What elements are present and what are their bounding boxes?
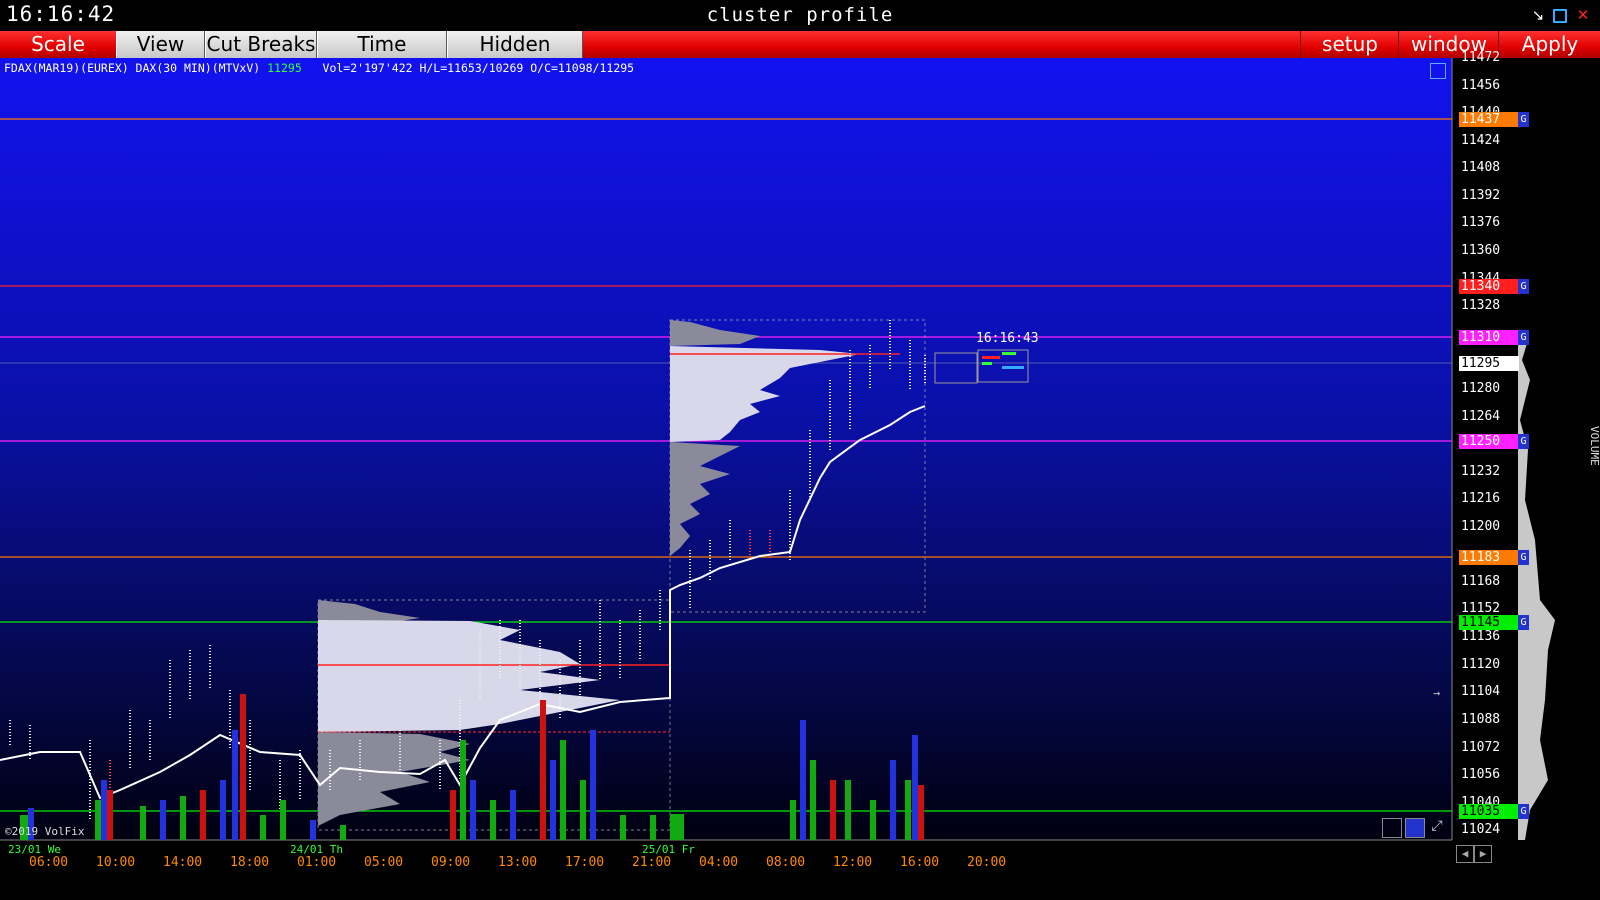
time-label: 21:00 <box>632 855 672 870</box>
time-label: 01:00 <box>297 855 337 870</box>
expand-icon[interactable]: ⤢ <box>1428 818 1446 836</box>
level-label-11145[interactable]: 11145 <box>1459 615 1519 630</box>
time-label: 09:00 <box>431 855 471 870</box>
time-label: 05:00 <box>364 855 404 870</box>
price-tick: 11200 <box>1461 519 1501 534</box>
window-title: cluster profile <box>706 4 894 26</box>
volume-axis-label: VOLUME <box>1588 426 1600 466</box>
price-tick: 11456 <box>1461 78 1501 93</box>
price-tick: 11472 <box>1461 50 1501 65</box>
time-label: 16:00 <box>900 855 940 870</box>
time-label: 18:00 <box>230 855 270 870</box>
edit-icon[interactable] <box>1430 63 1446 79</box>
price-tick: 11392 <box>1461 188 1501 203</box>
price-tick: 11424 <box>1461 133 1501 148</box>
nav-left-icon[interactable]: ◀ <box>1456 845 1474 863</box>
level-badge[interactable]: G <box>1518 434 1529 449</box>
price-tick: 11088 <box>1461 712 1501 727</box>
time-label: 08:00 <box>766 855 806 870</box>
price-tick: 11280 <box>1461 381 1501 396</box>
last-price: 11295 <box>267 61 302 75</box>
price-tick: 11136 <box>1461 629 1501 644</box>
time-label: 13:00 <box>498 855 538 870</box>
price-tick: 11360 <box>1461 243 1501 258</box>
time-label: 17:00 <box>565 855 605 870</box>
copyright: ©2019 VolFix <box>5 825 85 838</box>
close-icon[interactable]: ✕ <box>1575 7 1591 23</box>
price-tick: 11056 <box>1461 767 1501 782</box>
price-tick: 11232 <box>1461 464 1501 479</box>
live-timestamp: 16:16:43 <box>976 331 1039 346</box>
time-label: 04:00 <box>699 855 739 870</box>
chart-canvas[interactable] <box>0 58 1600 900</box>
grid-icon[interactable] <box>1382 818 1402 838</box>
price-tick: 11264 <box>1461 409 1501 424</box>
price-tick: 11072 <box>1461 740 1501 755</box>
price-tick: 11216 <box>1461 491 1501 506</box>
menu-bar: Scale Setup View DOM Cut Breaks Time Int… <box>0 31 1600 83</box>
maximize-icon[interactable] <box>1553 9 1567 23</box>
apply-button[interactable]: Apply <box>1498 31 1600 58</box>
price-tick: 11024 <box>1461 822 1501 837</box>
time-label: 20:00 <box>967 855 1007 870</box>
time-label: 14:00 <box>163 855 203 870</box>
level-label-11183[interactable]: 11183 <box>1459 550 1519 565</box>
level-label-11250[interactable]: 11250 <box>1459 434 1519 449</box>
price-tick: 11104 <box>1461 684 1501 699</box>
level-label-11310[interactable]: 11310 <box>1459 330 1519 345</box>
price-tick: 11120 <box>1461 657 1501 672</box>
tab-hidden-trades[interactable]: Hidden Trades <box>447 31 583 83</box>
setup-button[interactable]: setup <box>1300 31 1399 58</box>
time-axis-panel <box>0 840 1452 900</box>
price-tick: 11408 <box>1461 160 1501 175</box>
arrow-icon[interactable]: → <box>1433 686 1440 700</box>
price-tick: 11168 <box>1461 574 1501 589</box>
level-label-11035[interactable]: 11035 <box>1459 804 1519 819</box>
level-badge[interactable]: G <box>1518 615 1529 630</box>
instrument-info: FDAX(MAR19)(EUREX) DAX(30 MIN)(MTVxV) 11… <box>4 61 634 75</box>
level-badge[interactable]: G <box>1518 279 1529 294</box>
tab-view-dom[interactable]: View DOM <box>116 31 205 83</box>
level-badge[interactable]: G <box>1518 550 1529 565</box>
price-tick: 11376 <box>1461 215 1501 230</box>
level-label-11340[interactable]: 11340 <box>1459 279 1519 294</box>
level-badge[interactable]: G <box>1518 330 1529 345</box>
tab-time-interval[interactable]: Time Interval <box>317 31 447 83</box>
price-tick: 11152 <box>1461 601 1501 616</box>
time-label: 06:00 <box>29 855 69 870</box>
nav-right-icon[interactable]: ▶ <box>1474 845 1492 863</box>
time-label: 12:00 <box>833 855 873 870</box>
level-badge[interactable]: G <box>1518 112 1529 127</box>
level-label-11437[interactable]: 11437 <box>1459 112 1519 127</box>
title-bar: 16:16:42 cluster profile ↘ ✕ <box>0 0 1600 30</box>
tab-scale-setup[interactable]: Scale Setup <box>0 31 116 83</box>
price-tick: 11328 <box>1461 298 1501 313</box>
time-label: 10:00 <box>96 855 136 870</box>
instrument-name: FDAX(MAR19)(EUREX) DAX(30 MIN)(MTVxV) <box>4 61 261 75</box>
layout-icon[interactable] <box>1405 818 1425 838</box>
current-price-label: 11295 <box>1459 356 1519 371</box>
tab-cut-breaks[interactable]: Cut Breaks <box>205 31 317 58</box>
session-stats: Vol=2'197'422 H/L=11653/10269 O/C=11098/… <box>322 61 635 75</box>
minimize-icon[interactable]: ↘ <box>1530 7 1546 23</box>
level-badge[interactable]: G <box>1518 804 1529 819</box>
